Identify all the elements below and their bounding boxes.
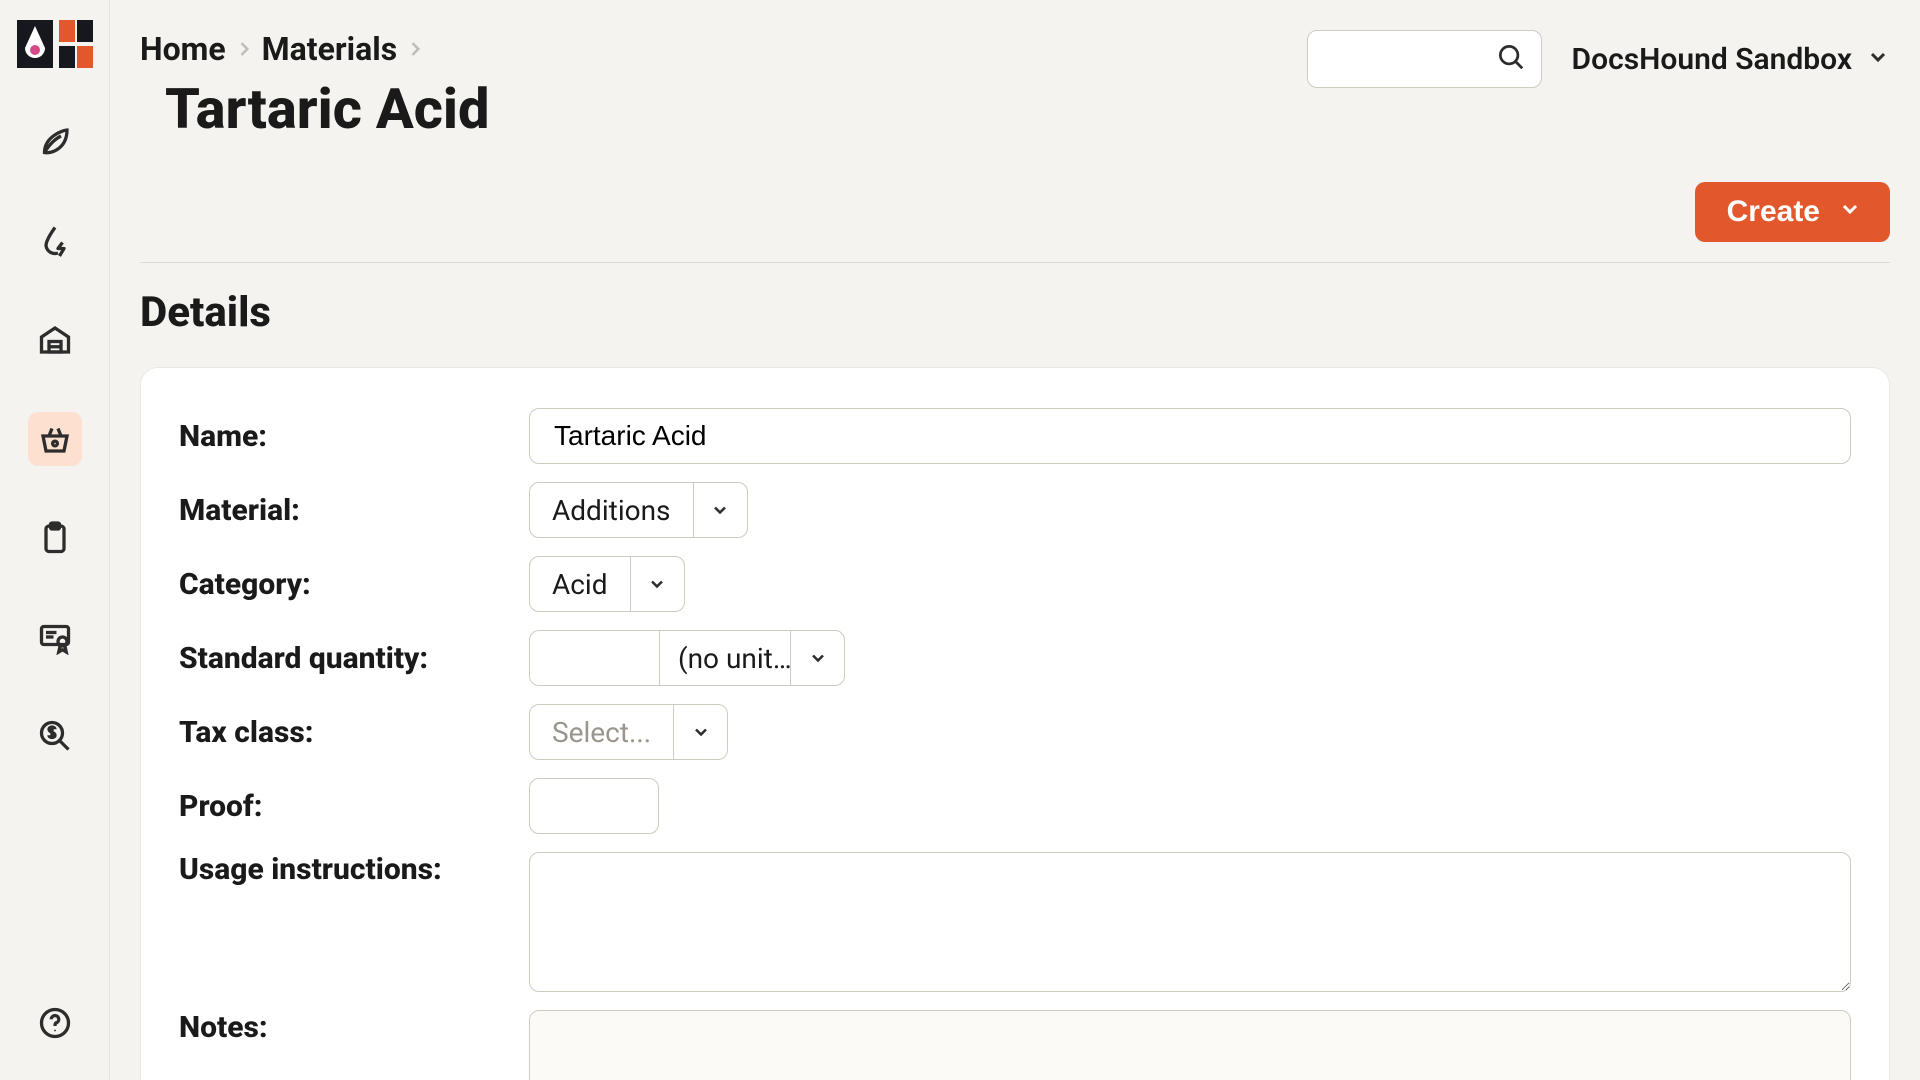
std-qty-input[interactable] — [529, 630, 659, 686]
breadcrumb-materials[interactable]: Materials — [262, 30, 397, 68]
breadcrumb: Home Materials — [140, 30, 489, 68]
details-card: Name: Material: Additions Category: Acid — [140, 367, 1890, 1080]
clipboard-icon[interactable] — [28, 511, 82, 565]
create-row: Create — [140, 182, 1890, 242]
droplet-bolt-icon[interactable] — [28, 214, 82, 268]
workspace-switcher[interactable]: DocsHound Sandbox — [1572, 42, 1890, 77]
tax-class-value: Select... — [530, 705, 673, 759]
material-select[interactable]: Additions — [529, 482, 748, 538]
chevron-down-icon — [630, 557, 684, 611]
chevron-down-icon — [1838, 195, 1862, 229]
breadcrumb-home[interactable]: Home — [140, 30, 226, 68]
label-name: Name: — [179, 419, 529, 454]
row-tax-class: Tax class: Select... — [179, 704, 1851, 760]
basket-icon[interactable] — [28, 412, 82, 466]
help-icon[interactable] — [28, 996, 82, 1050]
main-content: Home Materials Tartaric Acid DocsHound S… — [110, 0, 1920, 1080]
material-select-value: Additions — [530, 483, 693, 537]
header-left: Home Materials Tartaric Acid — [140, 30, 489, 142]
row-proof: Proof: — [179, 778, 1851, 834]
name-input[interactable] — [529, 408, 1851, 464]
label-tax-class: Tax class: — [179, 715, 529, 750]
proof-input[interactable] — [529, 778, 659, 834]
chevron-down-icon — [693, 483, 747, 537]
row-notes: Notes: — [179, 1010, 1851, 1080]
search-box — [1307, 30, 1542, 88]
sidebar — [0, 0, 110, 1080]
notes-textarea[interactable] — [529, 1010, 1851, 1080]
create-button-label: Create — [1727, 195, 1820, 229]
tax-class-select[interactable]: Select... — [529, 704, 728, 760]
usage-textarea[interactable] — [529, 852, 1851, 992]
chevron-right-icon — [234, 39, 254, 59]
row-usage: Usage instructions: — [179, 852, 1851, 992]
certificate-icon[interactable] — [28, 610, 82, 664]
row-material: Material: Additions — [179, 482, 1851, 538]
header-right: DocsHound Sandbox — [1307, 30, 1890, 88]
row-category: Category: Acid — [179, 556, 1851, 612]
label-std-qty: Standard quantity: — [179, 641, 529, 676]
category-select[interactable]: Acid — [529, 556, 685, 612]
std-qty-unit-value: (no unit… — [660, 631, 790, 685]
category-select-value: Acid — [530, 557, 630, 611]
chevron-down-icon — [673, 705, 727, 759]
create-button[interactable]: Create — [1695, 182, 1890, 242]
label-usage: Usage instructions: — [179, 852, 529, 887]
header-row: Home Materials Tartaric Acid DocsHound S… — [140, 30, 1890, 142]
leaf-icon[interactable] — [28, 115, 82, 169]
label-material: Material: — [179, 493, 529, 528]
dollar-search-icon[interactable] — [28, 709, 82, 763]
app-logo[interactable] — [15, 18, 95, 70]
chevron-right-icon — [405, 39, 425, 59]
section-title-details: Details — [140, 288, 1890, 337]
search-input[interactable] — [1307, 30, 1542, 88]
workspace-name: DocsHound Sandbox — [1572, 42, 1852, 77]
chevron-down-icon — [790, 631, 844, 685]
page-title: Tartaric Acid — [165, 76, 489, 142]
label-proof: Proof: — [179, 789, 529, 824]
chevron-down-icon — [1866, 42, 1890, 77]
warehouse-icon[interactable] — [28, 313, 82, 367]
label-category: Category: — [179, 567, 529, 602]
std-qty-unit-select[interactable]: (no unit… — [659, 630, 845, 686]
divider — [140, 262, 1890, 263]
row-name: Name: — [179, 408, 1851, 464]
row-std-qty: Standard quantity: (no unit… — [179, 630, 1851, 686]
label-notes: Notes: — [179, 1010, 529, 1045]
